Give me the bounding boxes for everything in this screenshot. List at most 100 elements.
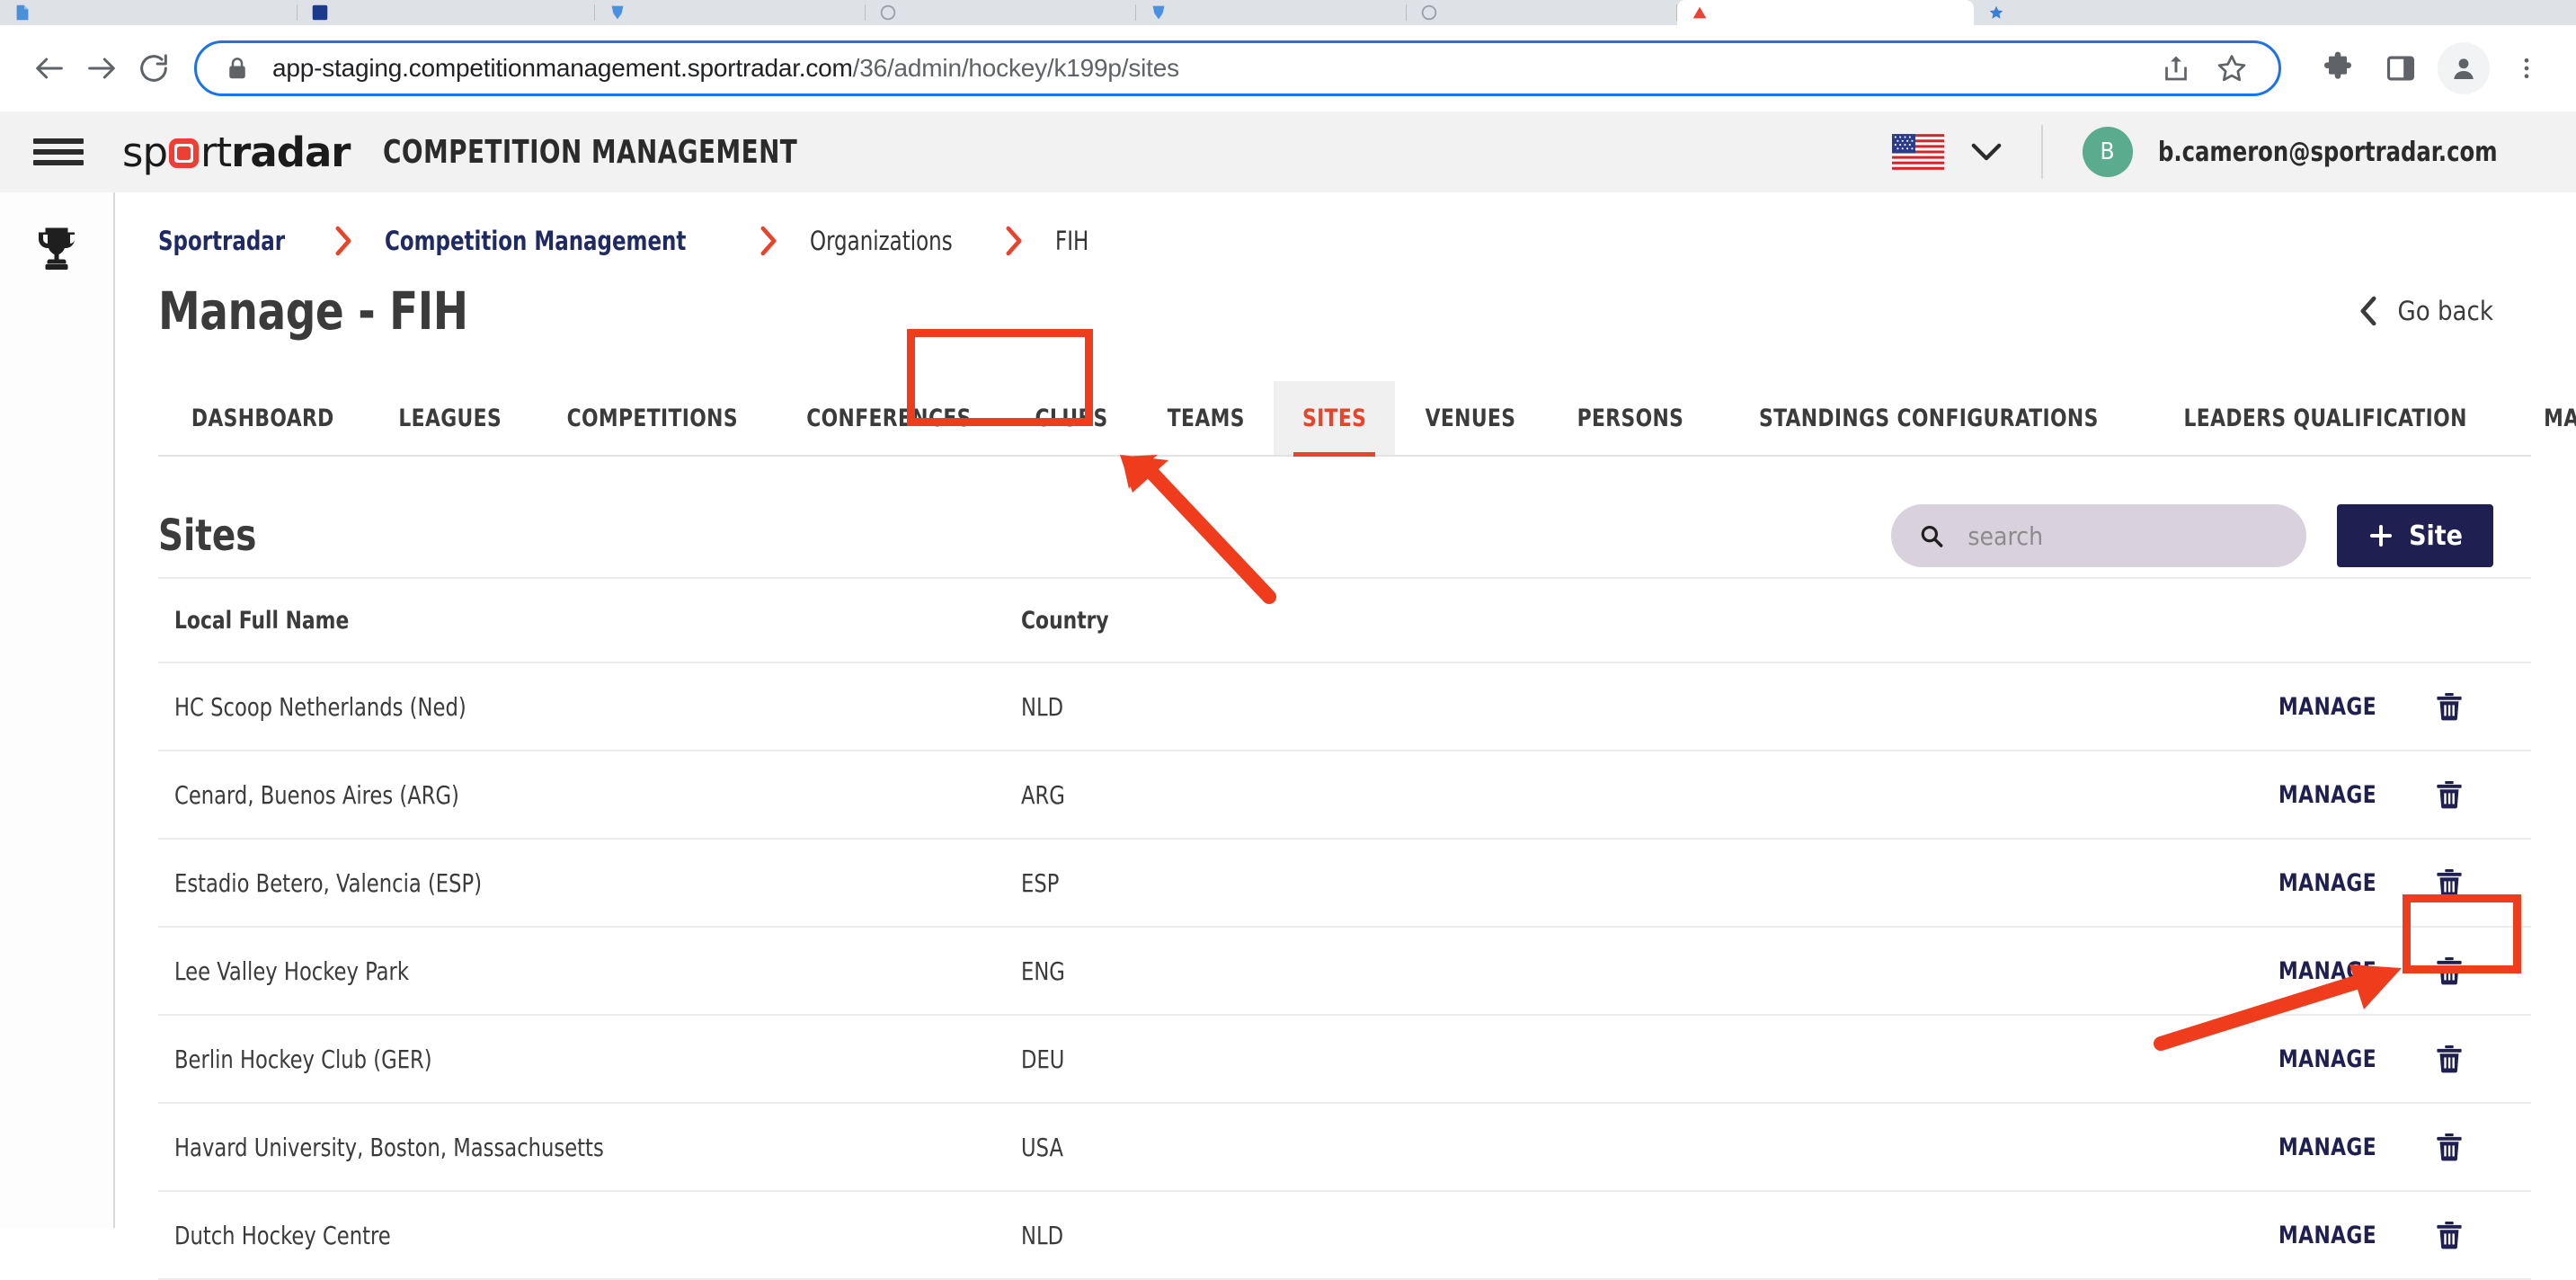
- tab-venues[interactable]: VENUES: [1395, 381, 1546, 455]
- cell-actions: MANAGE: [2082, 951, 2531, 991]
- tab-label: CONFERENCES: [806, 404, 973, 432]
- bookmark-star-icon: [2217, 55, 2246, 82]
- search-box[interactable]: [1891, 504, 2307, 567]
- manage-link[interactable]: MANAGE: [2278, 869, 2376, 897]
- grey-circle-icon: [1421, 4, 1437, 21]
- delete-site-button[interactable]: [2430, 687, 2468, 726]
- sites-table: Local Full Name Country HC Scoop Netherl…: [158, 577, 2531, 1280]
- browser-tab[interactable]: [866, 0, 1135, 25]
- table-row[interactable]: HC Scoop Netherlands (Ned) NLD MANAGE: [158, 663, 2531, 751]
- breadcrumb-separator: [1003, 226, 1025, 256]
- browser-tab[interactable]: [0, 0, 297, 25]
- cell-actions: MANAGE: [2082, 687, 2531, 726]
- tab-conferences[interactable]: CONFERENCES: [772, 381, 1006, 455]
- table-row[interactable]: Dutch Hockey Centre NLD MANAGE: [158, 1192, 2531, 1280]
- table-row[interactable]: Lee Valley Hockey Park ENG MANAGE: [158, 928, 2531, 1016]
- manage-link[interactable]: MANAGE: [2278, 693, 2376, 721]
- address-bar[interactable]: app-staging.competitionmanagement.sportr…: [194, 40, 2281, 96]
- section-tabs[interactable]: DASHBOARD LEAGUES COMPETITIONS CONFERENC…: [158, 381, 2576, 457]
- share-icon: [2165, 56, 2187, 81]
- manage-link[interactable]: MANAGE: [2278, 781, 2376, 809]
- tab-dashboard[interactable]: DASHBOARD: [158, 381, 368, 455]
- user-menu[interactable]: B b.cameron@sportradar.com: [2043, 127, 2576, 177]
- extensions-button[interactable]: [2312, 42, 2364, 94]
- profile-button[interactable]: [2438, 42, 2490, 94]
- manage-link[interactable]: MANAGE: [2278, 957, 2376, 985]
- trash-icon: [2437, 1133, 2462, 1161]
- site-country: NLD: [1021, 1220, 1064, 1250]
- locale-selector[interactable]: [1891, 134, 2041, 170]
- breadcrumb-separator: [758, 226, 779, 256]
- tab-leagues[interactable]: LEAGUES: [368, 381, 532, 455]
- breadcrumb-item-organizations[interactable]: Organizations: [810, 226, 953, 256]
- tab-teams[interactable]: TEAMS: [1138, 381, 1275, 455]
- tab-persons[interactable]: PERSONS: [1546, 381, 1715, 455]
- reload-button[interactable]: [128, 42, 180, 94]
- menu-toggle-button[interactable]: [0, 111, 117, 192]
- extensions-puzzle-icon: [2324, 51, 2351, 79]
- trash-icon: [2437, 868, 2462, 897]
- cell-actions: MANAGE: [2082, 775, 2531, 814]
- section-header: Sites Site: [158, 494, 2531, 577]
- go-back-button[interactable]: Go back: [2357, 296, 2531, 326]
- back-button[interactable]: [23, 42, 76, 94]
- browser-tab-strip[interactable]: [0, 0, 2576, 25]
- app-header: sp rt radar COMPETITION MANAGEMENT B b.c…: [0, 111, 2576, 192]
- cell-country: NLD: [1021, 1221, 2082, 1250]
- browser-tab[interactable]: [298, 0, 594, 25]
- browser-tab[interactable]: [1974, 0, 2270, 25]
- manage-link[interactable]: MANAGE: [2278, 1222, 2376, 1249]
- search-input[interactable]: [1968, 520, 2280, 551]
- side-panel-button[interactable]: [2375, 42, 2427, 94]
- trash-icon: [2437, 692, 2462, 721]
- site-name: Havard University, Boston, Massachusetts: [174, 1132, 604, 1162]
- breadcrumb-item-sportradar[interactable]: Sportradar: [158, 226, 285, 256]
- chrome-menu-button[interactable]: [2500, 42, 2553, 94]
- browser-toolbar: app-staging.competitionmanagement.sportr…: [0, 25, 2576, 111]
- cell-actions: MANAGE: [2082, 1127, 2531, 1167]
- tab-clubs[interactable]: CLUBS: [1006, 381, 1137, 455]
- cell-actions: MANAGE: [2082, 863, 2531, 902]
- trophy-icon: [39, 227, 75, 270]
- site-country: USA: [1021, 1132, 1063, 1162]
- chevron-left-icon: [2360, 296, 2376, 326]
- rail-item-competitions[interactable]: [30, 221, 84, 1228]
- delete-site-button[interactable]: [2430, 863, 2468, 902]
- delete-site-button[interactable]: [2430, 1039, 2468, 1079]
- manage-link[interactable]: MANAGE: [2278, 1133, 2376, 1161]
- chrome-menu-icon: [2524, 58, 2529, 79]
- browser-tab-active[interactable]: [1677, 0, 1974, 25]
- table-row[interactable]: Cenard, Buenos Aires (ARG) ARG MANAGE: [158, 751, 2531, 840]
- tab-standings-configurations[interactable]: STANDINGS CONFIGURATIONS: [1715, 381, 2143, 455]
- blue-doc-icon: [16, 4, 29, 21]
- browser-tab[interactable]: [595, 0, 865, 25]
- forward-button[interactable]: [76, 42, 128, 94]
- delete-site-button[interactable]: [2430, 1127, 2468, 1167]
- table-row[interactable]: Estadio Betero, Valencia (ESP) ESP MANAG…: [158, 840, 2531, 928]
- delete-site-button-highlighted[interactable]: [2430, 951, 2468, 991]
- tab-match-profiles[interactable]: MATCH PROFILES: [2508, 381, 2576, 455]
- add-site-button[interactable]: Site: [2337, 504, 2493, 567]
- table-row[interactable]: Berlin Hockey Club (GER) DEU MANAGE: [158, 1016, 2531, 1104]
- bookmark-button[interactable]: [2208, 45, 2255, 92]
- tab-competitions[interactable]: COMPETITIONS: [532, 381, 773, 455]
- blue-shield-icon: [1152, 5, 1165, 20]
- share-button[interactable]: [2153, 45, 2199, 92]
- table-row[interactable]: Havard University, Boston, Massachusetts…: [158, 1104, 2531, 1192]
- blue-star-icon: [1989, 5, 2003, 19]
- manage-link[interactable]: MANAGE: [2278, 1045, 2376, 1073]
- tab-label: STANDINGS CONFIGURATIONS: [1759, 404, 2099, 432]
- tab-leaders-qualification[interactable]: LEADERS QUALIFICATION: [2143, 381, 2508, 455]
- cell-name: Dutch Hockey Centre: [158, 1221, 1021, 1250]
- cell-country: DEU: [1021, 1044, 2082, 1074]
- cell-country: ESP: [1021, 868, 2082, 898]
- logo-text-2: rt: [200, 128, 232, 176]
- delete-site-button[interactable]: [2430, 775, 2468, 814]
- breadcrumb-item-competition-management[interactable]: Competition Management: [385, 226, 686, 256]
- browser-tab[interactable]: [1407, 0, 1676, 25]
- tab-label: MATCH PROFILES: [2544, 404, 2576, 432]
- delete-site-button[interactable]: [2430, 1215, 2468, 1255]
- brand[interactable]: sp rt radar COMPETITION MANAGEMENT: [122, 129, 865, 176]
- tab-sites[interactable]: SITES: [1274, 381, 1396, 457]
- browser-tab[interactable]: [1136, 0, 1406, 25]
